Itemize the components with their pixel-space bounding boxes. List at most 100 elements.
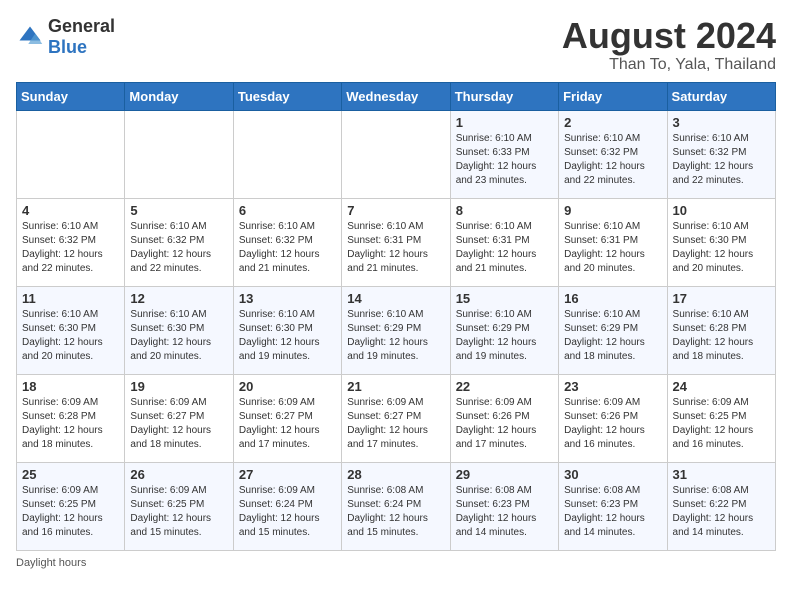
- day-number: 10: [673, 203, 770, 218]
- day-info-text: Sunrise: 6:10 AM Sunset: 6:33 PM Dayligh…: [456, 132, 553, 188]
- calendar-header-row: SundayMondayTuesdayWednesdayThursdayFrid…: [17, 82, 776, 110]
- day-info-text: Sunrise: 6:08 AM Sunset: 6:24 PM Dayligh…: [347, 484, 444, 540]
- calendar-cell: 26 Sunrise: 6:09 AM Sunset: 6:25 PM Dayli…: [125, 462, 233, 550]
- calendar-cell: [17, 110, 125, 198]
- title-block: August 2024 Than To, Yala, Thailand: [562, 16, 776, 74]
- day-number: 15: [456, 291, 553, 306]
- logo-icon: [16, 23, 44, 51]
- calendar-cell: 5Sunrise: 6:10 AM Sunset: 6:32 PM Daylig…: [125, 198, 233, 286]
- calendar-cell: 4Sunrise: 6:10 AM Sunset: 6:32 PM Daylig…: [17, 198, 125, 286]
- calendar-cell: 20 Sunrise: 6:09 AM Sunset: 6:27 PM Dayli…: [233, 374, 341, 462]
- day-number: 24: [673, 379, 770, 394]
- day-number: 1: [456, 115, 553, 130]
- calendar-cell: 30 Sunrise: 6:08 AM Sunset: 6:23 PM Dayli…: [559, 462, 667, 550]
- day-info-text: Sunrise: 6:09 AM Sunset: 6:25 PM Dayligh…: [130, 484, 227, 540]
- calendar-week-row: 11 Sunrise: 6:10 AM Sunset: 6:30 PM Dayli…: [17, 286, 776, 374]
- day-info-text: Sunrise: 6:10 AM Sunset: 6:29 PM Dayligh…: [564, 308, 661, 364]
- calendar-table: SundayMondayTuesdayWednesdayThursdayFrid…: [16, 82, 776, 551]
- calendar-cell: 23Sunrise: 6:09 AM Sunset: 6:26 PM Dayli…: [559, 374, 667, 462]
- day-number: 13: [239, 291, 336, 306]
- day-info-text: Sunrise: 6:10 AM Sunset: 6:31 PM Dayligh…: [564, 220, 661, 276]
- day-number: 26: [130, 467, 227, 482]
- day-number: 3: [673, 115, 770, 130]
- day-info-text: Sunrise: 6:09 AM Sunset: 6:24 PM Dayligh…: [239, 484, 336, 540]
- day-number: 21: [347, 379, 444, 394]
- page-header: General Blue August 2024 Than To, Yala, …: [16, 16, 776, 74]
- day-number: 29: [456, 467, 553, 482]
- day-number: 7: [347, 203, 444, 218]
- calendar-cell: 22Sunrise: 6:09 AM Sunset: 6:26 PM Dayli…: [450, 374, 558, 462]
- calendar-cell: 13 Sunrise: 6:10 AM Sunset: 6:30 PM Dayli…: [233, 286, 341, 374]
- calendar-cell: 1 Sunrise: 6:10 AM Sunset: 6:33 PM Daylig…: [450, 110, 558, 198]
- day-number: 17: [673, 291, 770, 306]
- calendar-cell: 7 Sunrise: 6:10 AM Sunset: 6:31 PM Daylig…: [342, 198, 450, 286]
- day-info-text: Sunrise: 6:10 AM Sunset: 6:30 PM Dayligh…: [239, 308, 336, 364]
- calendar-cell: 29 Sunrise: 6:08 AM Sunset: 6:23 PM Dayli…: [450, 462, 558, 550]
- calendar-cell: [233, 110, 341, 198]
- day-number: 28: [347, 467, 444, 482]
- day-info-text: Sunrise: 6:09 AM Sunset: 6:26 PM Dayligh…: [564, 396, 661, 452]
- day-info-text: Sunrise: 6:10 AM Sunset: 6:29 PM Dayligh…: [456, 308, 553, 364]
- calendar-cell: 19 Sunrise: 6:09 AM Sunset: 6:27 PM Dayli…: [125, 374, 233, 462]
- calendar-cell: 3 Sunrise: 6:10 AM Sunset: 6:32 PM Daylig…: [667, 110, 775, 198]
- column-header-sunday: Sunday: [17, 82, 125, 110]
- column-header-wednesday: Wednesday: [342, 82, 450, 110]
- day-number: 30: [564, 467, 661, 482]
- calendar-cell: 16Sunrise: 6:10 AM Sunset: 6:29 PM Dayli…: [559, 286, 667, 374]
- day-info-text: Sunrise: 6:10 AM Sunset: 6:32 PM Dayligh…: [22, 220, 119, 276]
- calendar-cell: [342, 110, 450, 198]
- day-info-text: Sunrise: 6:09 AM Sunset: 6:25 PM Dayligh…: [22, 484, 119, 540]
- day-info-text: Sunrise: 6:09 AM Sunset: 6:26 PM Dayligh…: [456, 396, 553, 452]
- column-header-tuesday: Tuesday: [233, 82, 341, 110]
- day-info-text: Sunrise: 6:08 AM Sunset: 6:22 PM Dayligh…: [673, 484, 770, 540]
- column-header-thursday: Thursday: [450, 82, 558, 110]
- calendar-cell: 12Sunrise: 6:10 AM Sunset: 6:30 PM Dayli…: [125, 286, 233, 374]
- calendar-cell: 9 Sunrise: 6:10 AM Sunset: 6:31 PM Daylig…: [559, 198, 667, 286]
- calendar-week-row: 25Sunrise: 6:09 AM Sunset: 6:25 PM Dayli…: [17, 462, 776, 550]
- calendar-week-row: 4Sunrise: 6:10 AM Sunset: 6:32 PM Daylig…: [17, 198, 776, 286]
- day-info-text: Sunrise: 6:10 AM Sunset: 6:30 PM Dayligh…: [130, 308, 227, 364]
- day-info-text: Sunrise: 6:10 AM Sunset: 6:32 PM Dayligh…: [239, 220, 336, 276]
- calendar-cell: 24 Sunrise: 6:09 AM Sunset: 6:25 PM Dayli…: [667, 374, 775, 462]
- calendar-cell: 11 Sunrise: 6:10 AM Sunset: 6:30 PM Dayli…: [17, 286, 125, 374]
- day-info-text: Sunrise: 6:10 AM Sunset: 6:29 PM Dayligh…: [347, 308, 444, 364]
- month-year-title: August 2024: [562, 16, 776, 56]
- day-number: 20: [239, 379, 336, 394]
- day-number: 2: [564, 115, 661, 130]
- day-info-text: Sunrise: 6:09 AM Sunset: 6:25 PM Dayligh…: [673, 396, 770, 452]
- logo: General Blue: [16, 16, 115, 58]
- calendar-week-row: 18Sunrise: 6:09 AM Sunset: 6:28 PM Dayli…: [17, 374, 776, 462]
- calendar-cell: 15 Sunrise: 6:10 AM Sunset: 6:29 PM Dayli…: [450, 286, 558, 374]
- column-header-friday: Friday: [559, 82, 667, 110]
- day-number: 27: [239, 467, 336, 482]
- day-info-text: Sunrise: 6:10 AM Sunset: 6:32 PM Dayligh…: [673, 132, 770, 188]
- logo-blue: Blue: [48, 37, 87, 57]
- day-info-text: Sunrise: 6:10 AM Sunset: 6:32 PM Dayligh…: [130, 220, 227, 276]
- column-header-saturday: Saturday: [667, 82, 775, 110]
- day-info-text: Sunrise: 6:10 AM Sunset: 6:31 PM Dayligh…: [456, 220, 553, 276]
- calendar-cell: 21 Sunrise: 6:09 AM Sunset: 6:27 PM Dayli…: [342, 374, 450, 462]
- logo-general: General: [48, 16, 115, 36]
- column-header-monday: Monday: [125, 82, 233, 110]
- day-number: 31: [673, 467, 770, 482]
- day-info-text: Sunrise: 6:10 AM Sunset: 6:28 PM Dayligh…: [673, 308, 770, 364]
- calendar-cell: 25Sunrise: 6:09 AM Sunset: 6:25 PM Dayli…: [17, 462, 125, 550]
- location-subtitle: Than To, Yala, Thailand: [562, 56, 776, 74]
- day-info-text: Sunrise: 6:10 AM Sunset: 6:30 PM Dayligh…: [22, 308, 119, 364]
- calendar-cell: 2Sunrise: 6:10 AM Sunset: 6:32 PM Daylig…: [559, 110, 667, 198]
- footer-note: Daylight hours: [16, 557, 776, 569]
- calendar-cell: 17 Sunrise: 6:10 AM Sunset: 6:28 PM Dayli…: [667, 286, 775, 374]
- day-info-text: Sunrise: 6:09 AM Sunset: 6:27 PM Dayligh…: [239, 396, 336, 452]
- day-number: 11: [22, 291, 119, 306]
- calendar-body: 1 Sunrise: 6:10 AM Sunset: 6:33 PM Daylig…: [17, 110, 776, 550]
- day-number: 19: [130, 379, 227, 394]
- day-info-text: Sunrise: 6:10 AM Sunset: 6:31 PM Dayligh…: [347, 220, 444, 276]
- calendar-cell: [125, 110, 233, 198]
- day-info-text: Sunrise: 6:09 AM Sunset: 6:27 PM Dayligh…: [130, 396, 227, 452]
- calendar-cell: 28 Sunrise: 6:08 AM Sunset: 6:24 PM Dayli…: [342, 462, 450, 550]
- day-info-text: Sunrise: 6:09 AM Sunset: 6:27 PM Dayligh…: [347, 396, 444, 452]
- calendar-week-row: 1 Sunrise: 6:10 AM Sunset: 6:33 PM Daylig…: [17, 110, 776, 198]
- day-info-text: Sunrise: 6:08 AM Sunset: 6:23 PM Dayligh…: [564, 484, 661, 540]
- day-info-text: Sunrise: 6:08 AM Sunset: 6:23 PM Dayligh…: [456, 484, 553, 540]
- day-number: 9: [564, 203, 661, 218]
